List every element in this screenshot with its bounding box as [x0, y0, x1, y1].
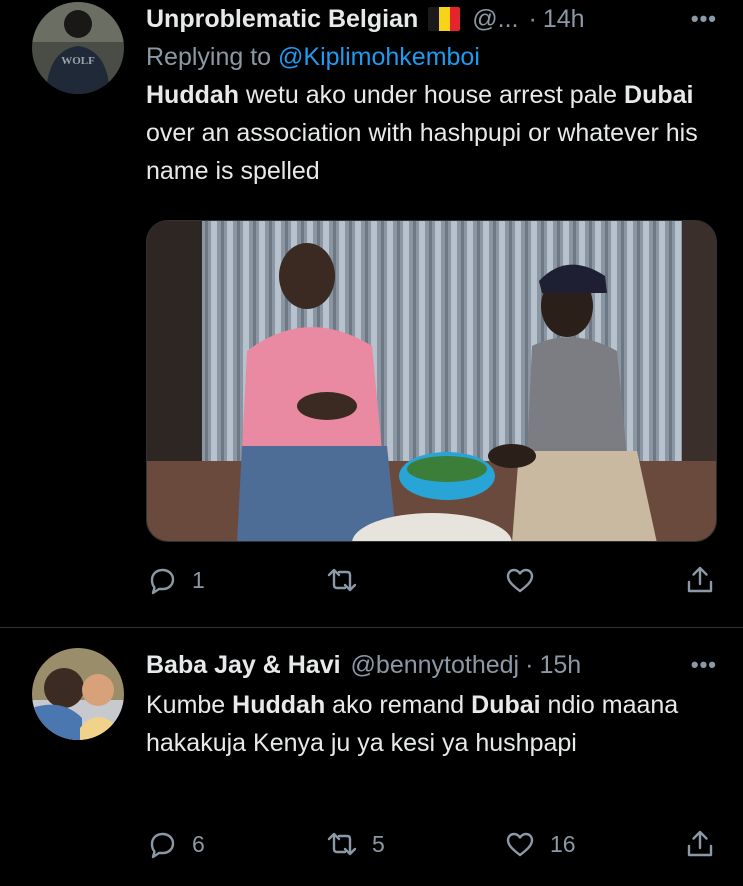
tweet-text: Kumbe Huddah ako remand Dubai ndio maana… [146, 686, 696, 762]
tweet-text-part: Huddah [146, 81, 240, 109]
share-button[interactable] [684, 564, 716, 596]
like-icon [506, 832, 534, 857]
tweet-actions: 6 5 16 [146, 828, 716, 868]
tweet-header: Baba Jay & Havi @bennytothedj · 15h [146, 648, 743, 682]
tweet-text-part: Dubai [471, 691, 541, 719]
retweet-button[interactable]: 5 [326, 828, 385, 860]
reply-icon [150, 568, 175, 595]
share-button[interactable] [684, 828, 716, 860]
like-count: 16 [550, 830, 576, 857]
retweet-icon [327, 568, 357, 592]
svg-text:WOLF: WOLF [61, 55, 95, 67]
separator-dot: · [528, 4, 537, 33]
avatar[interactable] [32, 648, 124, 740]
retweet-button[interactable] [326, 564, 358, 596]
separator-dot: · [525, 650, 534, 679]
share-icon [687, 830, 713, 857]
retweet-icon [327, 832, 357, 856]
author-name[interactable]: Baba Jay & Havi [146, 651, 341, 680]
belgium-flag-icon [428, 7, 461, 31]
more-icon[interactable]: ••• [691, 6, 717, 32]
tweet-actions: 1 [146, 564, 716, 604]
reply-icon [150, 832, 175, 859]
like-icon [506, 568, 534, 593]
replying-to-handle[interactable]: @Kiplimohkemboi [278, 43, 480, 71]
tweet-header: Unproblematic Belgian @... · 14h [146, 2, 743, 36]
tweet-text-part: wetu ako under house arrest pale [239, 81, 625, 109]
reply-button[interactable]: 1 [146, 564, 205, 596]
reply-count: 1 [192, 566, 205, 593]
tweet-1[interactable]: WOLF Unproblematic Belgian @... · 14h ••… [0, 0, 743, 627]
timestamp[interactable]: 14h [543, 5, 585, 34]
avatar[interactable]: WOLF [32, 2, 124, 94]
tweet-text-part: ako remand [325, 691, 472, 719]
replying-to-prefix: Replying to [146, 43, 279, 71]
tweet-2[interactable]: Baba Jay & Havi @bennytothedj · 15h ••• … [0, 628, 743, 886]
author-name[interactable]: Unproblematic Belgian [146, 5, 418, 34]
reply-button[interactable]: 6 [146, 828, 205, 860]
like-button[interactable] [504, 564, 536, 596]
replying-to: Replying to @Kiplimohkemboi [146, 43, 743, 72]
author-handle[interactable]: @bennytothedj [351, 651, 520, 680]
tweet-text-part: Huddah [232, 691, 326, 719]
retweet-count: 5 [372, 830, 385, 857]
author-handle[interactable]: @... [472, 5, 518, 34]
like-button[interactable]: 16 [504, 828, 576, 860]
timestamp[interactable]: 15h [539, 651, 581, 680]
reply-count: 6 [192, 830, 205, 857]
more-icon[interactable]: ••• [691, 652, 717, 678]
tweet-photo[interactable] [146, 220, 717, 542]
tweet-text-part: Dubai [624, 81, 694, 109]
tweet-text: Huddah wetu ako under house arrest pale … [146, 76, 716, 190]
tweet-text-part: over an association with hashpupi or wha… [146, 119, 698, 185]
share-icon [687, 566, 713, 593]
tweet-text-part: Kumbe [146, 691, 233, 719]
